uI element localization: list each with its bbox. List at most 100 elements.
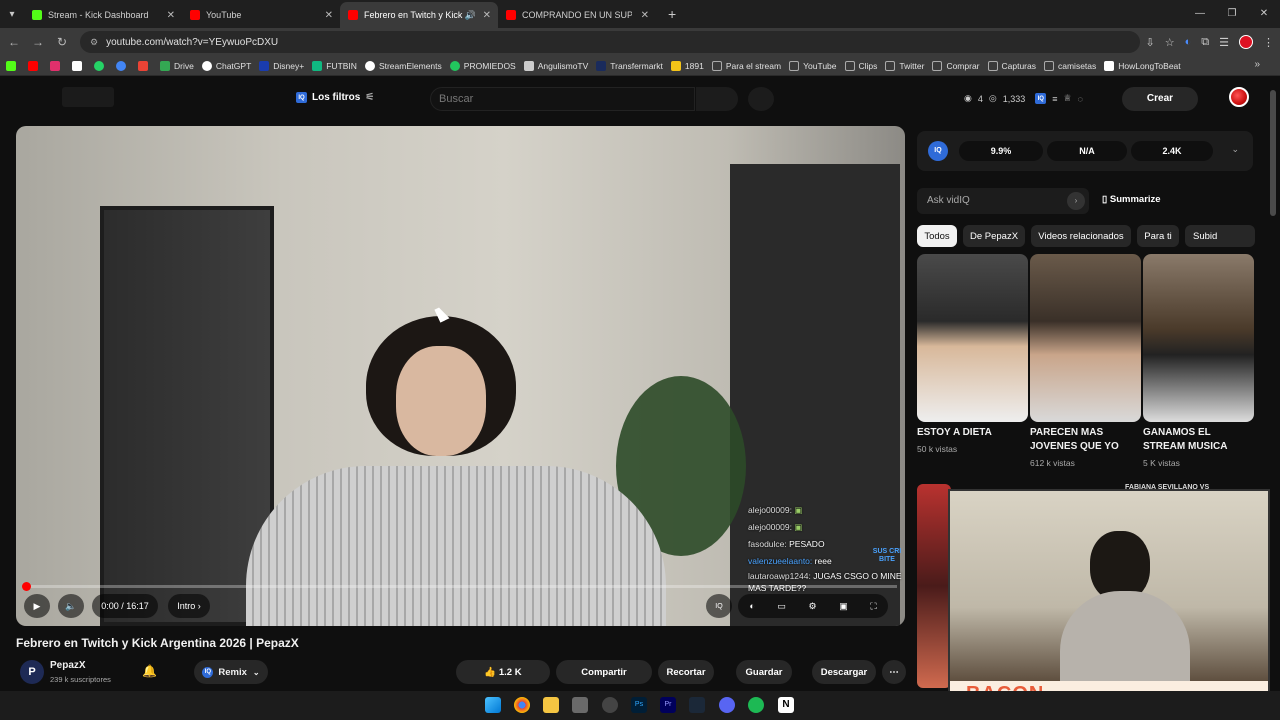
subtitles-icon[interactable]: ▭ xyxy=(777,601,786,612)
chip-subidos[interactable]: Subid xyxy=(1185,225,1255,247)
close-tab-icon[interactable]: ✕ xyxy=(641,10,649,21)
bookmark-transfermarkt[interactable]: Transfermarkt xyxy=(596,60,663,71)
search-input[interactable]: Buscar xyxy=(430,87,695,111)
bookmark-disney[interactable]: Disney+ xyxy=(259,60,304,71)
app-icon[interactable] xyxy=(572,697,588,713)
minimize-icon[interactable]: — xyxy=(1184,0,1216,28)
close-tab-icon[interactable]: ✕ xyxy=(483,10,491,21)
bookmark-folder-capturas[interactable]: Capturas xyxy=(987,60,1036,71)
vidiq-filters-button[interactable]: IQ Los filtros ⚟ xyxy=(296,92,374,103)
tab-comprando-video[interactable]: COMPRANDO EN UN SUPERM ✕ xyxy=(498,2,656,28)
download-button[interactable]: Descargar xyxy=(812,660,876,684)
ask-vidiq-input[interactable]: Ask vidIQ › xyxy=(917,188,1089,214)
bookmark-folder-clips[interactable]: Clips xyxy=(844,60,877,71)
short-thumbnail[interactable] xyxy=(1030,254,1141,422)
tab-febrero-video[interactable]: Febrero en Twitch y Kick Ar 🔊 ✕ xyxy=(340,2,498,28)
create-button[interactable]: Crear xyxy=(1122,87,1198,111)
channel-name[interactable]: PepazX xyxy=(50,660,86,671)
more-bookmarks-icon[interactable]: » xyxy=(1254,59,1260,70)
bookmark-star-icon[interactable]: ☆ xyxy=(1165,36,1175,49)
save-button[interactable]: Guardar xyxy=(736,660,792,684)
install-app-icon[interactable]: ⇩ xyxy=(1146,36,1155,49)
bookmark-howlongtobeat[interactable]: HowLongToBeat xyxy=(1104,60,1181,71)
chip-de-pepazx[interactable]: De PepazX xyxy=(963,225,1025,247)
chip-todos[interactable]: Todos xyxy=(917,225,957,247)
reading-list-icon[interactable]: ☰ xyxy=(1219,36,1229,49)
back-arrow-icon[interactable]: ← xyxy=(2,35,26,49)
list-icon[interactable]: ≡ xyxy=(1052,94,1057,104)
address-bar[interactable]: ⚙ youtube.com/watch?v=YEywuoPcDXU xyxy=(80,31,1140,53)
audio-playing-icon[interactable]: 🔊 xyxy=(465,10,476,21)
youtube-logo[interactable] xyxy=(62,87,114,107)
progress-scrubber[interactable] xyxy=(22,582,31,591)
tab-kick-dashboard[interactable]: Stream - Kick Dashboard ✕ xyxy=(24,2,182,28)
site-info-icon[interactable]: ⚙ xyxy=(90,37,98,48)
premiere-icon[interactable]: Pr xyxy=(660,697,676,713)
reload-icon[interactable]: ↻ xyxy=(50,35,74,49)
short-thumbnail[interactable] xyxy=(1143,254,1254,422)
chat-icon[interactable]: ◌ xyxy=(1078,94,1083,104)
summarize-button[interactable]: ▯ Summarize xyxy=(1102,194,1161,205)
bookmark-drive[interactable]: Drive xyxy=(160,60,194,71)
play-button[interactable]: ▶ xyxy=(24,594,50,618)
bookmark-x[interactable] xyxy=(72,60,86,71)
bookmark-folder-youtube[interactable]: YouTube xyxy=(789,60,837,71)
vidiq-extension-icon[interactable]: ◐ xyxy=(1185,36,1192,48)
bookmark-instagram[interactable] xyxy=(50,60,64,71)
maximize-icon[interactable]: ❐ xyxy=(1216,0,1248,28)
tab-youtube[interactable]: YouTube ✕ xyxy=(182,2,340,28)
share-button[interactable]: Compartir xyxy=(556,660,652,684)
windows-start-icon[interactable] xyxy=(485,697,501,713)
more-actions-button[interactable]: ⋯ xyxy=(882,660,906,684)
progress-bar[interactable] xyxy=(22,582,897,591)
tab-search-icon[interactable]: ▾ xyxy=(0,0,24,28)
channel-avatar[interactable]: P xyxy=(20,660,44,684)
bookmark-gmail[interactable] xyxy=(138,60,152,71)
app-icon[interactable] xyxy=(602,697,618,713)
bookmark-folder-twitter[interactable]: Twitter xyxy=(885,60,924,71)
bookmark-folder-para-el-stream[interactable]: Para el stream xyxy=(711,60,781,71)
settings-gear-icon[interactable]: ⚙ xyxy=(809,601,817,612)
chip-para-ti[interactable]: Para ti xyxy=(1137,225,1179,247)
short-thumbnail[interactable] xyxy=(917,254,1028,422)
discord-icon[interactable] xyxy=(719,697,735,713)
chapter-button[interactable]: Intro › xyxy=(168,594,210,618)
kebab-menu-icon[interactable]: ⋮ xyxy=(1263,36,1274,49)
vidiq-player-icon[interactable]: IQ xyxy=(706,594,732,618)
chevron-down-icon[interactable]: ⌄ xyxy=(1231,144,1239,155)
vidiq-logo-icon[interactable]: IQ xyxy=(928,141,948,161)
chrome-icon[interactable] xyxy=(514,697,530,713)
trophy-icon[interactable]: ♕ xyxy=(1064,93,1072,104)
like-button[interactable]: 👍 1.2 K xyxy=(456,660,550,684)
video-player[interactable]: alejo00009: ▣ alejo00009: ▣ fasodulce: P… xyxy=(16,126,905,626)
autoplay-toggle-icon[interactable]: ◐ xyxy=(749,601,754,611)
profile-avatar-icon[interactable] xyxy=(1239,35,1253,49)
account-avatar[interactable] xyxy=(1229,87,1249,107)
bookmark-chatgpt[interactable]: ChatGPT xyxy=(201,60,251,71)
bookmark-streamelements[interactable]: StreamElements xyxy=(364,60,442,71)
bookmark-whatsapp[interactable] xyxy=(94,60,108,71)
bookmark-1891[interactable]: 1891 xyxy=(670,60,704,71)
fullscreen-icon[interactable]: ⛶ xyxy=(870,601,876,612)
spotify-icon[interactable] xyxy=(748,697,764,713)
plus-icon[interactable]: + xyxy=(668,6,676,22)
search-button[interactable] xyxy=(696,87,738,111)
photoshop-icon[interactable]: Ps xyxy=(631,697,647,713)
bookmark-folder-camisetas[interactable]: camisetas xyxy=(1044,60,1096,71)
file-explorer-icon[interactable] xyxy=(543,697,559,713)
miniplayer-icon[interactable]: ▣ xyxy=(839,601,848,612)
close-tab-icon[interactable]: ✕ xyxy=(167,10,175,21)
close-tab-icon[interactable]: ✕ xyxy=(325,10,333,21)
volume-icon[interactable]: 🔈 xyxy=(58,594,84,618)
notification-bell-icon[interactable]: 🔔 xyxy=(142,664,157,678)
close-window-icon[interactable]: ✕ xyxy=(1248,0,1280,28)
short-title[interactable]: ESTOY A DIETA xyxy=(917,426,1027,440)
forward-arrow-icon[interactable]: → xyxy=(26,35,50,49)
chip-videos-relacionados[interactable]: Videos relacionados xyxy=(1031,225,1131,247)
bookmark-folder-comprar[interactable]: Comprar xyxy=(932,60,980,71)
bookmark-youtube[interactable] xyxy=(28,60,42,71)
steam-icon[interactable] xyxy=(689,697,705,713)
voice-search-button[interactable] xyxy=(748,87,774,111)
bookmark-cloud[interactable] xyxy=(116,60,130,71)
bookmark-promiedos[interactable]: PROMIEDOS xyxy=(449,60,516,71)
